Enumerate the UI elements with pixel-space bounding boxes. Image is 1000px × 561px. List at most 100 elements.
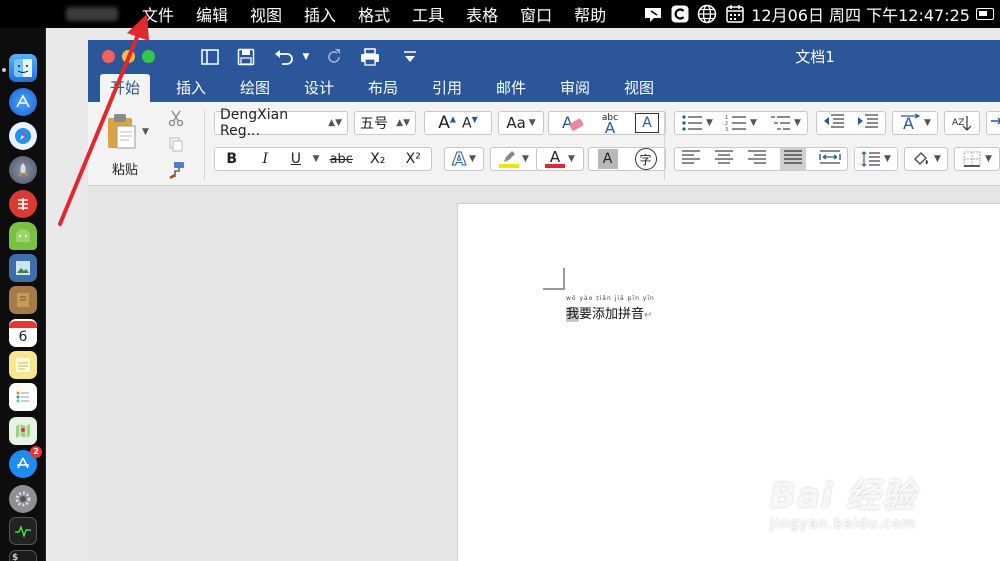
- tab-draw[interactable]: 绘图: [230, 74, 280, 102]
- calendar-dock-icon[interactable]: 6: [9, 319, 37, 347]
- svg-text:A: A: [562, 113, 573, 132]
- document-paragraph[interactable]: 我要添加拼音↵: [566, 303, 652, 322]
- menu-window[interactable]: 窗口: [520, 2, 552, 26]
- globe-icon[interactable]: [697, 4, 717, 24]
- pinyin-ruby-text: wǒ yào tiān jiā pīn yīn: [566, 295, 655, 302]
- indent-group: [816, 111, 886, 135]
- preview-icon[interactable]: [9, 254, 37, 282]
- running-indicator: [2, 68, 6, 72]
- menu-tools[interactable]: 工具: [412, 2, 444, 26]
- tab-view[interactable]: 视图: [614, 74, 664, 102]
- screen: 文件 编辑 视图 插入 格式 工具 表格 窗口 帮助 12月06日 周四 下午1…: [0, 0, 1000, 561]
- strikethrough-button[interactable]: abc: [323, 152, 360, 167]
- cut-icon[interactable]: [164, 106, 188, 130]
- font-name-select[interactable]: DengXian Reg... ▲▼: [214, 107, 348, 139]
- paragraph-text[interactable]: 要添加拼音: [579, 307, 644, 322]
- bullets-button[interactable]: ▼: [681, 114, 713, 132]
- tab-home[interactable]: 开始: [100, 74, 151, 102]
- title-bar: ▼ 文档1: [88, 40, 1000, 74]
- ribbon-separator: [664, 110, 665, 180]
- asian-layout-button[interactable]: A ▼: [892, 111, 938, 135]
- tab-insert[interactable]: 插入: [166, 74, 216, 102]
- menu-view[interactable]: 视图: [250, 2, 282, 26]
- activity-monitor-icon[interactable]: [9, 517, 37, 545]
- show-formatting-marks-button[interactable]: [986, 111, 1000, 135]
- document-title: 文档1: [795, 48, 835, 66]
- decrease-indent-icon[interactable]: [823, 112, 845, 134]
- menu-file[interactable]: 文件: [142, 2, 174, 26]
- enclose-characters-button[interactable]: 字: [634, 148, 657, 170]
- paste-button[interactable]: ▼: [102, 108, 152, 156]
- app-red-icon[interactable]: [9, 190, 37, 218]
- c-app-icon[interactable]: [671, 5, 689, 23]
- highlighter-icon: [499, 150, 520, 168]
- safari-icon[interactable]: [9, 122, 37, 150]
- bold-button[interactable]: B: [215, 151, 249, 167]
- align-center-icon[interactable]: [714, 149, 734, 169]
- text-effects-button[interactable]: A ▼: [444, 147, 484, 171]
- reminders-icon[interactable]: [9, 383, 37, 411]
- shading-button[interactable]: ▼: [904, 147, 948, 171]
- grow-font-button[interactable]: A▲: [435, 113, 459, 133]
- numbering-button[interactable]: 1 2 3 ▼: [725, 114, 757, 132]
- notebook-icon[interactable]: [9, 286, 37, 314]
- menu-clock[interactable]: 12月06日 周四 下午12:47:25: [751, 2, 970, 26]
- watermark-text: Bai 经验: [770, 476, 917, 516]
- superscript-button[interactable]: X²: [396, 151, 432, 167]
- highlight-color-button[interactable]: ▼: [490, 147, 538, 171]
- launchpad-icon[interactable]: [9, 156, 37, 184]
- font-color-button[interactable]: A ▼: [536, 147, 584, 171]
- subscript-button[interactable]: X₂: [360, 151, 396, 167]
- terminal-icon[interactable]: $: [9, 550, 37, 561]
- distributed-align-icon[interactable]: [818, 149, 841, 169]
- menu-insert[interactable]: 插入: [304, 2, 336, 26]
- phonetic-guide-button[interactable]: abc A: [591, 113, 629, 136]
- paste-dropdown-icon[interactable]: ▼: [142, 127, 149, 137]
- android-icon[interactable]: [9, 222, 37, 250]
- sort-button[interactable]: AZ: [944, 111, 980, 135]
- line-spacing-button[interactable]: ▼: [854, 147, 898, 171]
- maps-icon[interactable]: [9, 417, 37, 445]
- font-color-icon: A: [545, 150, 566, 168]
- character-border-button[interactable]: A: [635, 113, 659, 133]
- justify-icon[interactable]: [779, 147, 806, 171]
- menu-help[interactable]: 帮助: [574, 2, 606, 26]
- multilevel-list-button[interactable]: ▼: [769, 114, 801, 132]
- battery-icon[interactable]: [976, 8, 994, 20]
- font-size-select[interactable]: 五号 ▲▼: [354, 111, 416, 135]
- italic-button[interactable]: I: [249, 151, 283, 167]
- calendar-icon[interactable]: [725, 4, 745, 24]
- siri-icon[interactable]: [9, 88, 37, 116]
- notification-icon[interactable]: [643, 5, 663, 23]
- shrink-font-button[interactable]: A▼: [459, 115, 481, 132]
- notes-icon[interactable]: [9, 351, 37, 379]
- svg-text:3: 3: [725, 127, 728, 132]
- ribbon-separator: [204, 110, 205, 180]
- clear-formatting-icon[interactable]: A: [555, 113, 591, 133]
- align-right-icon[interactable]: [747, 149, 767, 169]
- borders-button[interactable]: ▼: [954, 147, 1000, 171]
- align-left-icon[interactable]: [681, 149, 701, 169]
- finder-icon[interactable]: [9, 54, 37, 82]
- clear-formatting-group: A abc A A: [548, 111, 666, 136]
- menu-edit[interactable]: 编辑: [196, 2, 228, 26]
- app-store-icon[interactable]: 2: [9, 446, 42, 478]
- menu-table[interactable]: 表格: [466, 2, 498, 26]
- change-case-button[interactable]: Aa ▼: [498, 111, 544, 135]
- underline-dropdown-icon[interactable]: ▼: [313, 154, 323, 164]
- menu-format[interactable]: 格式: [358, 2, 390, 26]
- selected-text[interactable]: 我: [566, 307, 580, 322]
- tab-layout[interactable]: 布局: [358, 74, 408, 102]
- tab-mailings[interactable]: 邮件: [486, 74, 536, 102]
- increase-indent-icon[interactable]: [857, 112, 879, 134]
- tab-design[interactable]: 设计: [294, 74, 344, 102]
- system-preferences-icon[interactable]: [9, 485, 37, 513]
- underline-button[interactable]: U: [282, 151, 310, 167]
- app-name-blurred[interactable]: [66, 7, 118, 21]
- tab-review[interactable]: 审阅: [550, 74, 600, 102]
- character-shading-button[interactable]: A: [597, 149, 618, 169]
- tab-references[interactable]: 引用: [422, 74, 472, 102]
- shading-enclose-group: A 字: [588, 147, 666, 171]
- copy-icon[interactable]: [164, 132, 188, 156]
- format-painter-icon[interactable]: [164, 158, 188, 182]
